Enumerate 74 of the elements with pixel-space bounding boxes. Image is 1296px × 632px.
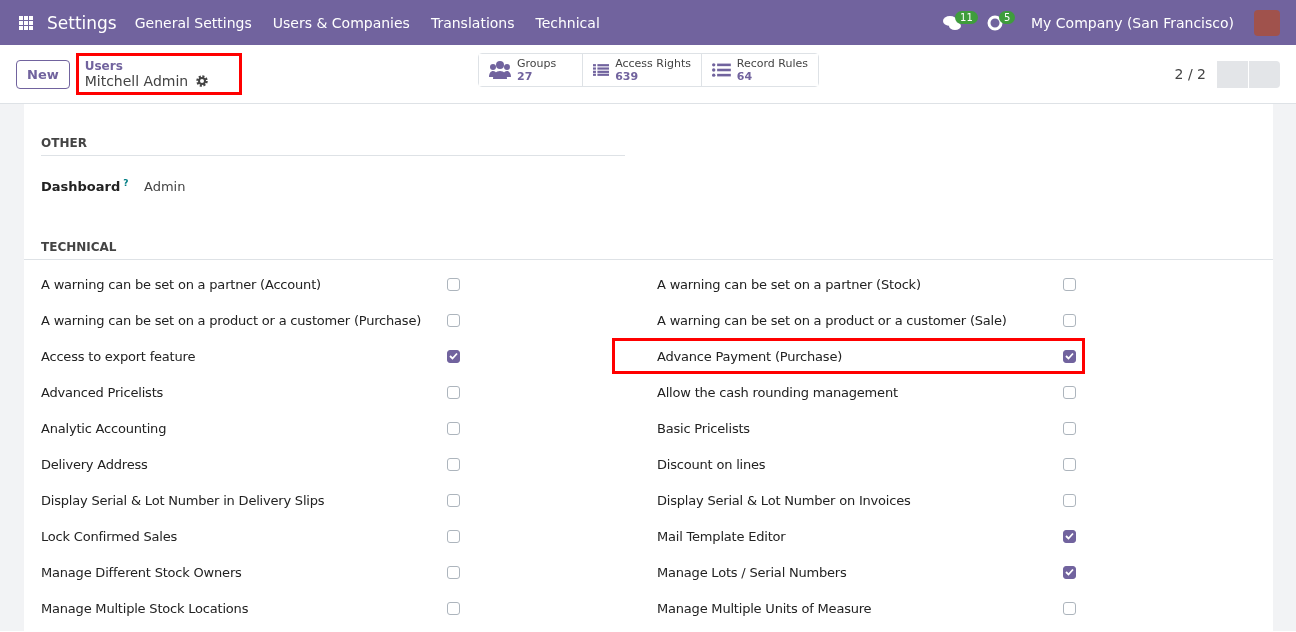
gear-icon[interactable]: [196, 75, 209, 87]
breadcrumb-link[interactable]: Users: [84, 59, 233, 73]
nav-menu-item[interactable]: Translations: [430, 14, 515, 31]
checkbox-label: Mail Template Editor: [657, 528, 787, 544]
checkbox-label: Advanced Pricelists: [41, 384, 165, 400]
nav-menu-item[interactable]: General Settings: [134, 14, 252, 31]
smart-button-count: 639: [615, 70, 640, 83]
checkbox[interactable]: [1063, 385, 1076, 399]
next-button[interactable]: [1248, 60, 1280, 88]
activity-count: 5: [999, 10, 1016, 24]
new-button[interactable]: New: [16, 59, 70, 89]
checkbox[interactable]: [447, 601, 460, 615]
checkbox-label: Allow the cash rounding management: [657, 384, 899, 400]
user-avatar[interactable]: [1254, 9, 1280, 36]
checkbox-label: A warning can be set on a product or a customer (Purchase): [41, 312, 423, 328]
checkbox-label: Display Serial & Lot Number on Invoices: [657, 492, 912, 508]
checkbox-label: A warning can be set on a partner (Account): [41, 276, 322, 292]
apps-grid-icon[interactable]: [19, 15, 33, 30]
smart-button-label: Record Rules: [736, 57, 808, 70]
checkbox-label: Delivery Address: [41, 456, 149, 472]
section-title: TECHNICAL: [24, 228, 1273, 260]
checkbox-label: Access to export feature: [41, 348, 197, 364]
checkbox-label: Advance Payment (Purchase): [657, 348, 844, 364]
checkbox[interactable]: [1063, 493, 1076, 507]
checkbox[interactable]: [447, 565, 460, 579]
field-value: Admin: [144, 179, 186, 195]
checkbox-label: Manage Multiple Stock Locations: [41, 600, 250, 616]
checkbox[interactable]: [1063, 313, 1076, 327]
nav-menu-item[interactable]: Technical: [535, 14, 600, 31]
nav-menu-item[interactable]: Users & Companies: [272, 14, 410, 31]
checkbox[interactable]: [1063, 277, 1076, 291]
checkbox[interactable]: [447, 529, 460, 543]
checkbox[interactable]: [447, 313, 460, 327]
bulleted-list-icon: [712, 62, 731, 78]
checkbox[interactable]: [1063, 349, 1076, 363]
smart-button-label: Groups: [517, 57, 557, 70]
checkbox[interactable]: [447, 457, 460, 471]
checkbox[interactable]: [447, 277, 460, 291]
checkbox[interactable]: [1063, 457, 1076, 471]
checkbox-label: Manage Multiple Units of Measure: [657, 600, 873, 616]
checkbox-label: Manage Lots / Serial Numbers: [657, 564, 848, 580]
checkbox[interactable]: [447, 349, 460, 363]
users-icon: [489, 60, 511, 80]
activities-button[interactable]: 5: [987, 10, 1024, 35]
checkbox[interactable]: [447, 385, 460, 399]
checkbox-label: Analytic Accounting: [41, 420, 168, 436]
checkbox[interactable]: [1063, 565, 1076, 579]
checkbox[interactable]: [447, 493, 460, 507]
checkbox-label: Manage Different Stock Owners: [41, 564, 243, 580]
checkbox[interactable]: [1063, 421, 1076, 435]
checkbox-label: Basic Pricelists: [657, 420, 751, 436]
previous-button[interactable]: [1216, 60, 1248, 88]
smart-button-label: Access Rights: [615, 57, 691, 70]
checkbox-label: A warning can be set on a product or a customer (Sale): [657, 312, 1008, 328]
checkbox-label: A warning can be set on a partner (Stock): [657, 276, 922, 292]
checkbox-label: Display Serial & Lot Number in Delivery Slips: [41, 492, 326, 508]
list-icon: [593, 62, 610, 78]
company-switcher[interactable]: My Company (San Francisco): [1031, 14, 1234, 31]
app-title: Settings: [47, 12, 117, 33]
checkbox[interactable]: [1063, 529, 1076, 543]
help-icon[interactable]: ?: [123, 178, 129, 188]
messages-button[interactable]: 11: [943, 10, 980, 35]
checkbox-label: Discount on lines: [657, 456, 767, 472]
message-count: 11: [955, 10, 978, 24]
checkbox-label: Lock Confirmed Sales: [41, 528, 178, 544]
checkbox[interactable]: [447, 421, 460, 435]
section-title: OTHER: [41, 124, 625, 156]
pager-value: 2 / 2: [1174, 66, 1206, 82]
record-title: Mitchell Admin: [84, 73, 189, 89]
checkbox[interactable]: [1063, 601, 1076, 615]
field-label: Dashboard $^{?}$: [41, 178, 130, 195]
smart-button-count: 64: [736, 70, 754, 83]
smart-button-count: 27: [517, 70, 534, 83]
smart-button[interactable]: Groups 27: [479, 54, 583, 86]
